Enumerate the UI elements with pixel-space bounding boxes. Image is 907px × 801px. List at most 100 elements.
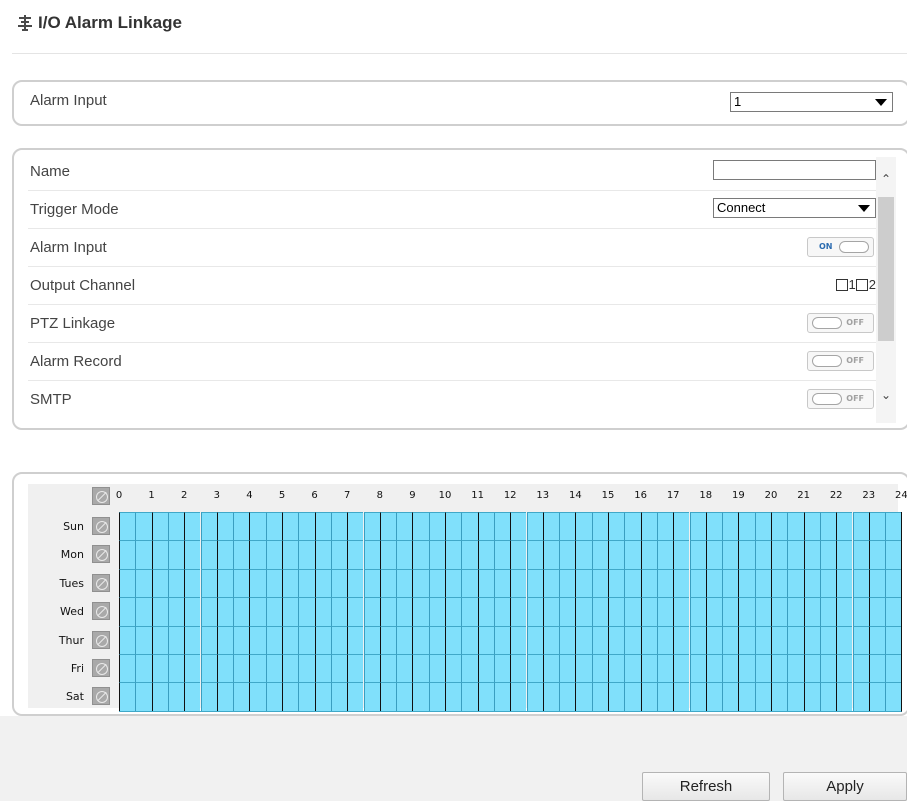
name-input[interactable] — [713, 160, 876, 180]
schedule-slot[interactable] — [347, 682, 364, 711]
schedule-slot[interactable] — [673, 568, 690, 598]
chevron-down-icon[interactable]: ⌄ — [876, 385, 896, 405]
schedule-slot[interactable] — [689, 540, 706, 569]
schedule-slot[interactable] — [282, 625, 299, 654]
schedule-slot[interactable] — [396, 540, 413, 569]
schedule-slot[interactable] — [135, 597, 152, 626]
schedule-slot[interactable] — [119, 654, 136, 683]
schedule-slot[interactable] — [787, 540, 804, 569]
schedule-slot[interactable] — [673, 540, 690, 569]
schedule-slot[interactable] — [722, 654, 739, 683]
schedule-slot[interactable] — [167, 682, 185, 711]
row-toggle-button[interactable] — [92, 630, 110, 649]
schedule-slot[interactable] — [233, 682, 250, 711]
row-toggle-button[interactable] — [92, 573, 110, 592]
schedule-slot[interactable] — [722, 568, 739, 598]
schedule-slot[interactable] — [265, 540, 282, 569]
schedule-slot[interactable] — [119, 512, 136, 541]
schedule-slot[interactable] — [852, 597, 869, 626]
schedule-slot[interactable] — [200, 540, 217, 569]
schedule-slot[interactable] — [526, 625, 543, 654]
schedule-slot[interactable] — [347, 512, 364, 541]
schedule-slot[interactable] — [363, 654, 380, 683]
schedule-slot[interactable] — [363, 597, 380, 626]
schedule-slot[interactable] — [836, 512, 853, 541]
alarm-input-select[interactable]: 1 — [730, 92, 893, 112]
alarm-record-toggle[interactable]: OFF — [807, 351, 874, 371]
apply-button[interactable]: Apply — [783, 772, 907, 801]
schedule-slot[interactable] — [461, 654, 478, 683]
schedule-slot[interactable] — [119, 682, 136, 711]
schedule-slot[interactable] — [722, 625, 739, 654]
schedule-slot[interactable] — [868, 625, 886, 654]
schedule-slot[interactable] — [787, 682, 804, 711]
schedule-slot[interactable] — [885, 654, 902, 683]
schedule-slot[interactable] — [542, 597, 560, 626]
schedule-slot[interactable] — [852, 512, 869, 541]
schedule-slot[interactable] — [200, 512, 217, 541]
schedule-slot[interactable] — [330, 512, 348, 541]
schedule-slot[interactable] — [722, 682, 739, 711]
schedule-slot[interactable] — [656, 568, 674, 598]
schedule-slot[interactable] — [428, 625, 445, 654]
schedule-slot[interactable] — [461, 568, 478, 598]
schedule-slot[interactable] — [591, 568, 608, 598]
schedule-slot[interactable] — [803, 682, 820, 711]
schedule-slot[interactable] — [314, 682, 331, 711]
schedule-slot[interactable] — [265, 568, 282, 598]
schedule-slot[interactable] — [868, 682, 886, 711]
schedule-slot[interactable] — [771, 512, 788, 541]
schedule-slot[interactable] — [738, 625, 755, 654]
schedule-slot[interactable] — [330, 568, 348, 598]
schedule-slot[interactable] — [559, 568, 576, 598]
schedule-slot[interactable] — [314, 654, 331, 683]
row-toggle-button[interactable] — [92, 659, 110, 677]
schedule-slot[interactable] — [754, 654, 771, 683]
schedule-slot[interactable] — [249, 654, 266, 683]
schedule-slot[interactable] — [249, 568, 266, 598]
schedule-slot[interactable] — [803, 568, 820, 598]
schedule-slot[interactable] — [233, 540, 250, 569]
schedule-slot[interactable] — [673, 682, 690, 711]
row-toggle-button[interactable] — [92, 545, 110, 564]
schedule-slot[interactable] — [591, 654, 608, 683]
schedule-slot[interactable] — [542, 540, 560, 569]
schedule-slot[interactable] — [852, 654, 869, 683]
scrollbar-thumb[interactable] — [878, 197, 894, 341]
schedule-slot[interactable] — [575, 568, 592, 598]
schedule-slot[interactable] — [689, 654, 706, 683]
schedule-slot[interactable] — [412, 512, 429, 541]
smtp-toggle[interactable]: OFF — [807, 389, 874, 409]
schedule-slot[interactable] — [298, 512, 315, 541]
schedule-slot[interactable] — [167, 540, 185, 569]
schedule-slot[interactable] — [885, 682, 902, 711]
schedule-slot[interactable] — [216, 512, 234, 541]
schedule-slot[interactable] — [754, 540, 771, 569]
schedule-slot[interactable] — [477, 625, 494, 654]
schedule-slot[interactable] — [347, 625, 364, 654]
schedule-slot[interactable] — [200, 625, 217, 654]
schedule-slot[interactable] — [445, 512, 462, 541]
schedule-slot[interactable] — [412, 654, 429, 683]
schedule-slot[interactable] — [705, 625, 723, 654]
schedule-slot[interactable] — [771, 568, 788, 598]
schedule-slot[interactable] — [754, 512, 771, 541]
schedule-slot[interactable] — [298, 597, 315, 626]
schedule-slot[interactable] — [249, 682, 266, 711]
schedule-slot[interactable] — [787, 597, 804, 626]
schedule-slot[interactable] — [819, 654, 837, 683]
schedule-slot[interactable] — [640, 540, 657, 569]
schedule-slot[interactable] — [852, 540, 869, 569]
schedule-slot[interactable] — [771, 682, 788, 711]
schedule-slot[interactable] — [771, 540, 788, 569]
schedule-slot[interactable] — [885, 597, 902, 626]
output-channel-1-checkbox[interactable] — [835, 278, 848, 291]
schedule-slot[interactable] — [119, 625, 136, 654]
schedule-slot[interactable] — [167, 568, 185, 598]
schedule-slot[interactable] — [803, 540, 820, 569]
schedule-slot[interactable] — [705, 682, 723, 711]
schedule-slot[interactable] — [135, 568, 152, 598]
schedule-slot[interactable] — [347, 568, 364, 598]
alarm-input-toggle[interactable]: ON — [807, 237, 874, 257]
schedule-slot[interactable] — [135, 654, 152, 683]
